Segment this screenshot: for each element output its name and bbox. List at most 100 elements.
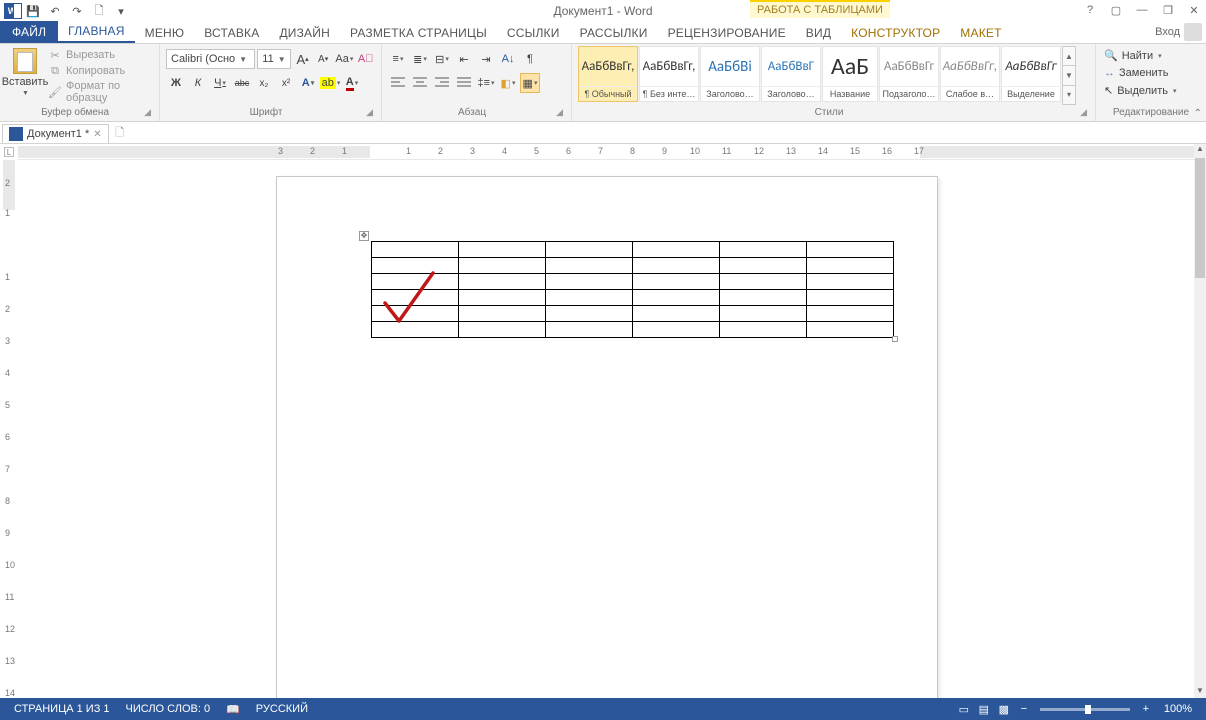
- new-doc-button[interactable]: 🗋: [109, 124, 131, 143]
- increase-indent-button[interactable]: ⇥: [476, 49, 496, 69]
- collapse-ribbon-icon[interactable]: ⌃: [1194, 108, 1202, 119]
- tab-review[interactable]: РЕЦЕНЗИРОВАНИЕ: [658, 23, 796, 43]
- tab-view[interactable]: ВИД: [796, 23, 841, 43]
- view-read-icon[interactable]: ▭: [954, 701, 974, 717]
- underline-button[interactable]: Ч▾: [210, 73, 230, 93]
- italic-button[interactable]: К: [188, 73, 208, 93]
- ribbon-display-icon[interactable]: ▢: [1106, 2, 1126, 18]
- qat-undo-icon[interactable]: ↶: [46, 2, 64, 20]
- table-move-handle[interactable]: ✥: [359, 231, 369, 241]
- clear-format-button[interactable]: A⃠: [356, 49, 375, 69]
- close-tab-icon[interactable]: ✕: [93, 129, 101, 140]
- sort-button[interactable]: A↓: [498, 49, 518, 69]
- minimize-icon[interactable]: —: [1132, 2, 1152, 18]
- maximize-icon[interactable]: ❐: [1158, 2, 1178, 18]
- sign-in-label[interactable]: Вход: [1155, 26, 1180, 38]
- bold-button[interactable]: Ж: [166, 73, 186, 93]
- select-button[interactable]: ↖Выделить▾: [1102, 83, 1178, 98]
- tab-selector[interactable]: L: [4, 147, 14, 157]
- superscript-button[interactable]: x²: [276, 73, 296, 93]
- status-proofing-icon[interactable]: 📖: [218, 703, 248, 716]
- style-heading2[interactable]: АаБбВвГЗаголово…: [761, 46, 821, 102]
- font-color-button[interactable]: A▾: [342, 73, 362, 93]
- paste-button[interactable]: Вставить ▼: [6, 46, 44, 105]
- decrease-indent-button[interactable]: ⇤: [454, 49, 474, 69]
- zoom-out-button[interactable]: −: [1014, 701, 1034, 717]
- scroll-down-icon[interactable]: ▼: [1194, 686, 1206, 698]
- numbering-button[interactable]: ≣▾: [410, 49, 430, 69]
- cut-button[interactable]: ✂Вырезать: [48, 48, 153, 62]
- clipboard-launcher-icon[interactable]: ◢: [144, 107, 153, 118]
- styles-more-button[interactable]: ▾: [1063, 86, 1075, 104]
- view-web-icon[interactable]: ▩: [994, 701, 1014, 717]
- styles-up-button[interactable]: ▲: [1063, 47, 1075, 66]
- bullets-button[interactable]: ≡▾: [388, 49, 408, 69]
- justify-button[interactable]: [454, 73, 474, 93]
- scroll-up-icon[interactable]: ▲: [1194, 144, 1206, 156]
- view-print-icon[interactable]: ▤: [974, 701, 994, 717]
- strike-button[interactable]: abc: [232, 73, 252, 93]
- style-normal[interactable]: АаБбВвГг,¶ Обычный: [578, 46, 638, 102]
- tab-table-design[interactable]: КОНСТРУКТОР: [841, 23, 950, 43]
- replace-button[interactable]: ↔Заменить: [1102, 66, 1178, 80]
- format-painter-button[interactable]: 🖌Формат по образцу: [48, 80, 153, 104]
- vertical-ruler[interactable]: 2 1 1 2 3 4 5 6 7 8 9 10 11 12 13 14: [0, 160, 18, 698]
- text-effects-button[interactable]: A▾: [298, 73, 318, 93]
- status-words[interactable]: ЧИСЛО СЛОВ: 0: [118, 703, 219, 715]
- borders-button[interactable]: ▦▾: [520, 73, 540, 93]
- status-language[interactable]: РУССКИЙ: [248, 703, 316, 715]
- style-subtle[interactable]: АаБбВвГг,Слабое в…: [940, 46, 1000, 102]
- align-left-button[interactable]: [388, 73, 408, 93]
- multilevel-button[interactable]: ⊟▾: [432, 49, 452, 69]
- tab-mailings[interactable]: РАССЫЛКИ: [570, 23, 658, 43]
- show-marks-button[interactable]: ¶: [520, 49, 540, 69]
- copy-button[interactable]: ⧉Копировать: [48, 64, 153, 78]
- table[interactable]: [371, 241, 894, 338]
- zoom-level[interactable]: 100%: [1156, 703, 1200, 715]
- close-icon[interactable]: ✕: [1184, 2, 1204, 18]
- zoom-slider[interactable]: [1040, 708, 1130, 711]
- tab-design[interactable]: ДИЗАЙН: [269, 23, 340, 43]
- font-launcher-icon[interactable]: ◢: [366, 107, 375, 118]
- zoom-in-button[interactable]: +: [1136, 701, 1156, 717]
- para-launcher-icon[interactable]: ◢: [556, 107, 565, 118]
- avatar-icon[interactable]: [1184, 23, 1202, 41]
- tab-pagelayout[interactable]: РАЗМЕТКА СТРАНИЦЫ: [340, 23, 497, 43]
- table-resize-handle[interactable]: [892, 336, 898, 342]
- status-page[interactable]: СТРАНИЦА 1 ИЗ 1: [6, 703, 118, 715]
- qat-redo-icon[interactable]: ↷: [68, 2, 86, 20]
- shading-button[interactable]: ◧▾: [498, 73, 518, 93]
- tab-insert[interactable]: ВСТАВКА: [194, 23, 269, 43]
- subscript-button[interactable]: x₂: [254, 73, 274, 93]
- document-page[interactable]: ✥: [276, 176, 938, 698]
- styles-launcher-icon[interactable]: ◢: [1080, 107, 1089, 118]
- shrink-font-button[interactable]: A▾: [314, 49, 333, 69]
- help-icon[interactable]: ?: [1080, 2, 1100, 18]
- vertical-scrollbar[interactable]: ▲ ▼: [1194, 144, 1206, 698]
- align-center-button[interactable]: [410, 73, 430, 93]
- scroll-thumb[interactable]: [1195, 158, 1205, 278]
- font-name-combobox[interactable]: Calibri (Осно▼: [166, 49, 255, 69]
- styles-down-button[interactable]: ▼: [1063, 66, 1075, 85]
- tab-menu[interactable]: Меню: [135, 23, 195, 43]
- find-button[interactable]: 🔍Найти▾: [1102, 48, 1178, 63]
- tab-table-layout[interactable]: МАКЕТ: [950, 23, 1011, 43]
- qat-save-icon[interactable]: 💾: [24, 2, 42, 20]
- grow-font-button[interactable]: A▴: [293, 49, 312, 69]
- style-emphasis[interactable]: АаБбВвГгВыделение: [1001, 46, 1061, 102]
- change-case-button[interactable]: Aa▾: [334, 49, 354, 69]
- font-size-combobox[interactable]: 11▼: [257, 49, 291, 69]
- document-tab[interactable]: Документ1 * ✕: [2, 124, 109, 143]
- style-nospacing[interactable]: АаБбВвГг,¶ Без инте…: [639, 46, 699, 102]
- horizontal-ruler[interactable]: 3 2 1 1 2 3 4 5 6 7 8 9 10 11 12 13 14 1…: [18, 144, 1194, 160]
- align-right-button[interactable]: [432, 73, 452, 93]
- style-title[interactable]: АаБНазвание: [822, 46, 878, 102]
- tab-references[interactable]: ССЫЛКИ: [497, 23, 570, 43]
- highlight-button[interactable]: ab▾: [320, 73, 340, 93]
- qat-customize-icon[interactable]: ▾: [112, 2, 130, 20]
- qat-new-icon[interactable]: 🗋: [90, 2, 108, 20]
- line-spacing-button[interactable]: ‡≡▾: [476, 73, 496, 93]
- tab-home[interactable]: ГЛАВНАЯ: [58, 21, 134, 43]
- style-heading1[interactable]: АаБбВіЗаголово…: [700, 46, 760, 102]
- tab-file[interactable]: ФАЙЛ: [0, 21, 58, 43]
